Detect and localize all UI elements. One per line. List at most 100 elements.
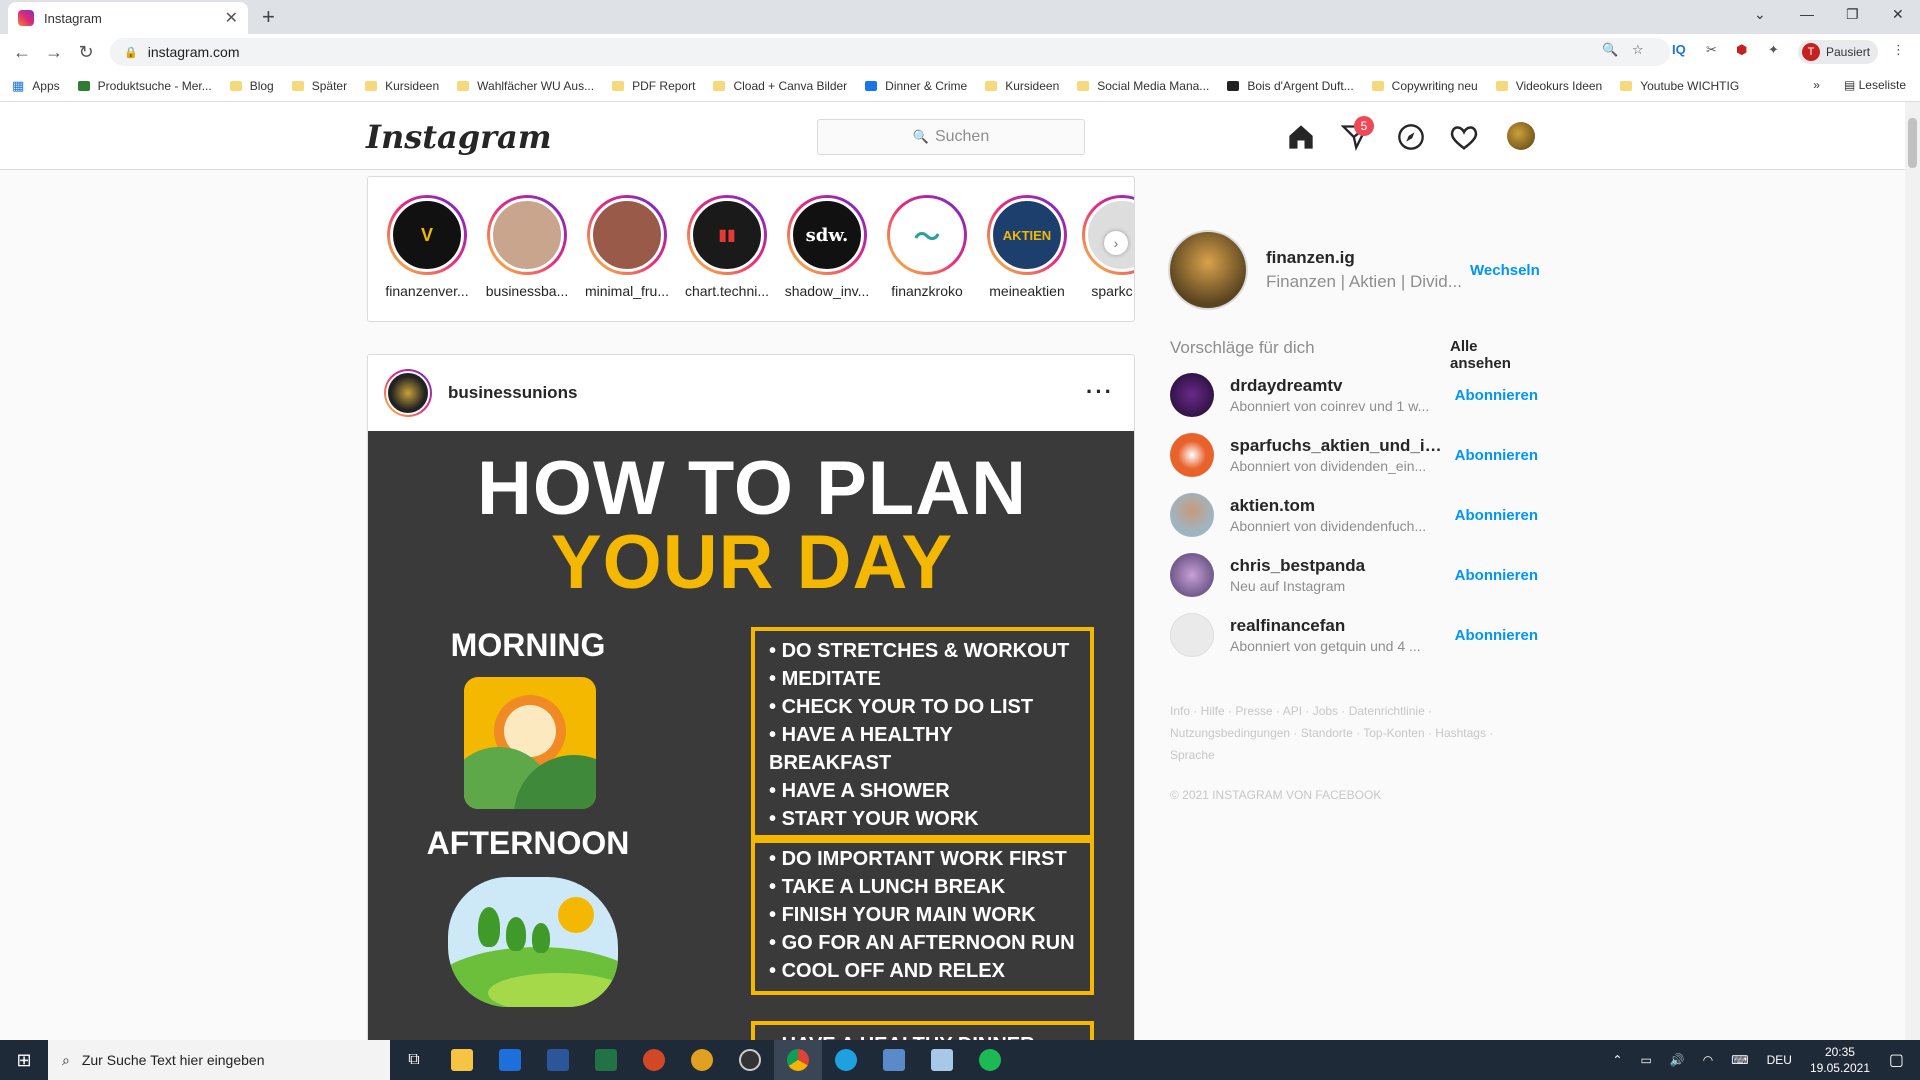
keyboard-icon[interactable]: ⌨ (1731, 1053, 1748, 1067)
suggestion-avatar[interactable] (1170, 433, 1214, 477)
profile-button[interactable]: T Pausiert (1798, 40, 1878, 64)
bookmark-item[interactable]: Copywriting neu (1371, 79, 1478, 93)
reading-list-button[interactable]: » ▤ Leseliste (1813, 78, 1906, 92)
chrome-menu-icon[interactable]: ⋮ (1892, 42, 1905, 58)
page-scrollbar[interactable] (1905, 102, 1920, 1040)
bookmark-item[interactable]: Wahlfächer WU Aus... (457, 79, 594, 93)
suggestion-avatar[interactable] (1170, 553, 1214, 597)
instagram-logo[interactable]: Instagram (366, 118, 552, 156)
story-item[interactable]: AKTIEN meineaktien (982, 195, 1072, 299)
taskbar-search-input[interactable]: ⌕ Zur Suche Text hier eingeben (48, 1040, 390, 1080)
follow-button[interactable]: Abonnieren (1455, 507, 1538, 524)
post-author-username[interactable]: businessunions (448, 383, 577, 403)
new-tab-button[interactable]: + (262, 4, 275, 30)
mail-icon[interactable] (486, 1040, 534, 1080)
edge-icon[interactable] (822, 1040, 870, 1080)
follow-button[interactable]: Abonnieren (1455, 567, 1538, 584)
follow-button[interactable]: Abonnieren (1455, 387, 1538, 404)
scrollbar-thumb[interactable] (1908, 118, 1917, 168)
wifi-icon[interactable]: ◠ (1703, 1053, 1713, 1067)
bookmark-item[interactable]: Videokurs Ideen (1495, 79, 1602, 93)
switch-account-button[interactable]: Wechseln (1470, 262, 1540, 279)
story-item[interactable]: ▮▮ chart.techni... (682, 195, 772, 299)
story-item[interactable]: businessba... (482, 195, 572, 299)
follow-button[interactable]: Abonnieren (1455, 627, 1538, 644)
app-icon[interactable] (678, 1040, 726, 1080)
obs-icon[interactable] (726, 1040, 774, 1080)
current-account-avatar[interactable] (1168, 230, 1248, 310)
volume-icon[interactable]: 🔊 (1670, 1053, 1685, 1067)
file-explorer-icon[interactable] (438, 1040, 486, 1080)
bookmark-item[interactable]: Social Media Mana... (1077, 79, 1209, 93)
suggestion-avatar[interactable] (1170, 373, 1214, 417)
tray-app-icon[interactable]: ▭ (1640, 1053, 1651, 1067)
back-icon[interactable]: ← (6, 42, 38, 63)
task-view-icon[interactable]: ⧉ (390, 1040, 438, 1080)
stories-next-arrow-icon[interactable]: › (1104, 231, 1128, 255)
bookmark-item[interactable]: Später (291, 79, 347, 93)
tray-chevron-icon[interactable]: ⌃ (1612, 1053, 1622, 1067)
suggestion-avatar[interactable] (1170, 493, 1214, 537)
bookmark-item[interactable]: Produktsuche - Mer... (77, 79, 212, 93)
bookmark-apps[interactable]: ▦ Apps (12, 78, 60, 94)
suggestion-username[interactable]: realfinancefan (1230, 616, 1444, 636)
spotify-icon[interactable] (966, 1040, 1014, 1080)
close-window-button[interactable]: ✕ (1892, 6, 1904, 23)
zoom-icon[interactable]: 🔍 (1602, 42, 1618, 58)
bookmark-item[interactable]: Dinner & Crime (865, 79, 967, 93)
follow-button[interactable]: Abonnieren (1455, 447, 1538, 464)
suggestion-username[interactable]: sparfuchs_aktien_und_inv... (1230, 436, 1444, 456)
activity-heart-icon[interactable] (1449, 122, 1479, 152)
iq-extension-icon[interactable]: IQ (1672, 42, 1686, 57)
see-all-button[interactable]: Alle ansehen (1450, 338, 1538, 372)
reload-icon[interactable]: ↻ (70, 42, 102, 63)
bookmark-item[interactable]: Blog (229, 79, 274, 93)
story-item[interactable]: 〜 finanzkroko (882, 195, 972, 299)
suggestion-username[interactable]: chris_bestpanda (1230, 556, 1444, 576)
profile-avatar-nav[interactable] (1507, 122, 1535, 150)
home-icon[interactable] (1286, 122, 1316, 152)
bookmark-item[interactable]: Kursideen (985, 79, 1059, 93)
story-item[interactable]: V finanzenver... (382, 195, 472, 299)
adblock-icon[interactable]: ⬢ (1736, 42, 1747, 58)
close-tab-icon[interactable]: ✕ (225, 8, 238, 28)
word-icon[interactable] (534, 1040, 582, 1080)
extension-icon[interactable]: ✂ (1706, 42, 1717, 58)
puzzle-extensions-icon[interactable]: ✦ (1768, 42, 1779, 58)
address-bar[interactable]: 🔒 instagram.com (110, 38, 1670, 66)
notepad-icon[interactable] (918, 1040, 966, 1080)
maximize-button[interactable]: ❐ (1846, 6, 1859, 23)
notifications-icon[interactable]: ▢ (1889, 1050, 1904, 1070)
post-image[interactable]: HOW TO PLAN YOUR DAY MORNING DO STRETCHE… (368, 431, 1134, 1040)
suggestion-avatar[interactable] (1170, 613, 1214, 657)
search-input[interactable]: 🔍 Suchen (817, 119, 1085, 155)
app-icon[interactable] (870, 1040, 918, 1080)
more-options-icon[interactable]: ··· (1086, 379, 1114, 405)
story-item[interactable]: sdw. shadow_inv... (782, 195, 872, 299)
more-bookmarks-icon[interactable]: » (1813, 78, 1820, 92)
tab-search-icon[interactable]: ⌄ (1754, 6, 1766, 23)
powerpoint-icon[interactable] (630, 1040, 678, 1080)
bookmark-item[interactable]: Youtube WICHTIG (1620, 79, 1739, 93)
bookmark-item[interactable]: Kursideen (365, 79, 439, 93)
browser-tab-instagram[interactable]: Instagram ✕ (8, 2, 248, 34)
suggestion-username[interactable]: drdaydreamtv (1230, 376, 1444, 396)
bookmark-star-icon[interactable]: ☆ (1632, 42, 1644, 58)
folder-icon (457, 80, 470, 91)
footer-links[interactable]: Info · Hilfe · Presse · API · Jobs · Dat… (1170, 700, 1540, 766)
excel-icon[interactable] (582, 1040, 630, 1080)
post-author-avatar[interactable] (384, 369, 432, 417)
bookmark-item[interactable]: PDF Report (612, 79, 695, 93)
current-account-username[interactable]: finanzen.ig (1266, 248, 1476, 268)
windows-start-icon[interactable]: ⊞ (0, 1050, 48, 1071)
story-item[interactable]: minimal_fru... (582, 195, 672, 299)
forward-icon[interactable]: → (38, 42, 70, 63)
clock[interactable]: 20:35 19.05.2021 (1810, 1044, 1870, 1076)
language-indicator[interactable]: DEU (1767, 1053, 1792, 1067)
explore-compass-icon[interactable] (1396, 122, 1426, 152)
minimize-button[interactable]: — (1800, 6, 1814, 22)
bookmark-item[interactable]: Bois d'Argent Duft... (1227, 79, 1354, 93)
suggestion-username[interactable]: aktien.tom (1230, 496, 1444, 516)
chrome-icon[interactable] (774, 1040, 822, 1080)
bookmark-item[interactable]: Cload + Canva Bilder (713, 79, 847, 93)
